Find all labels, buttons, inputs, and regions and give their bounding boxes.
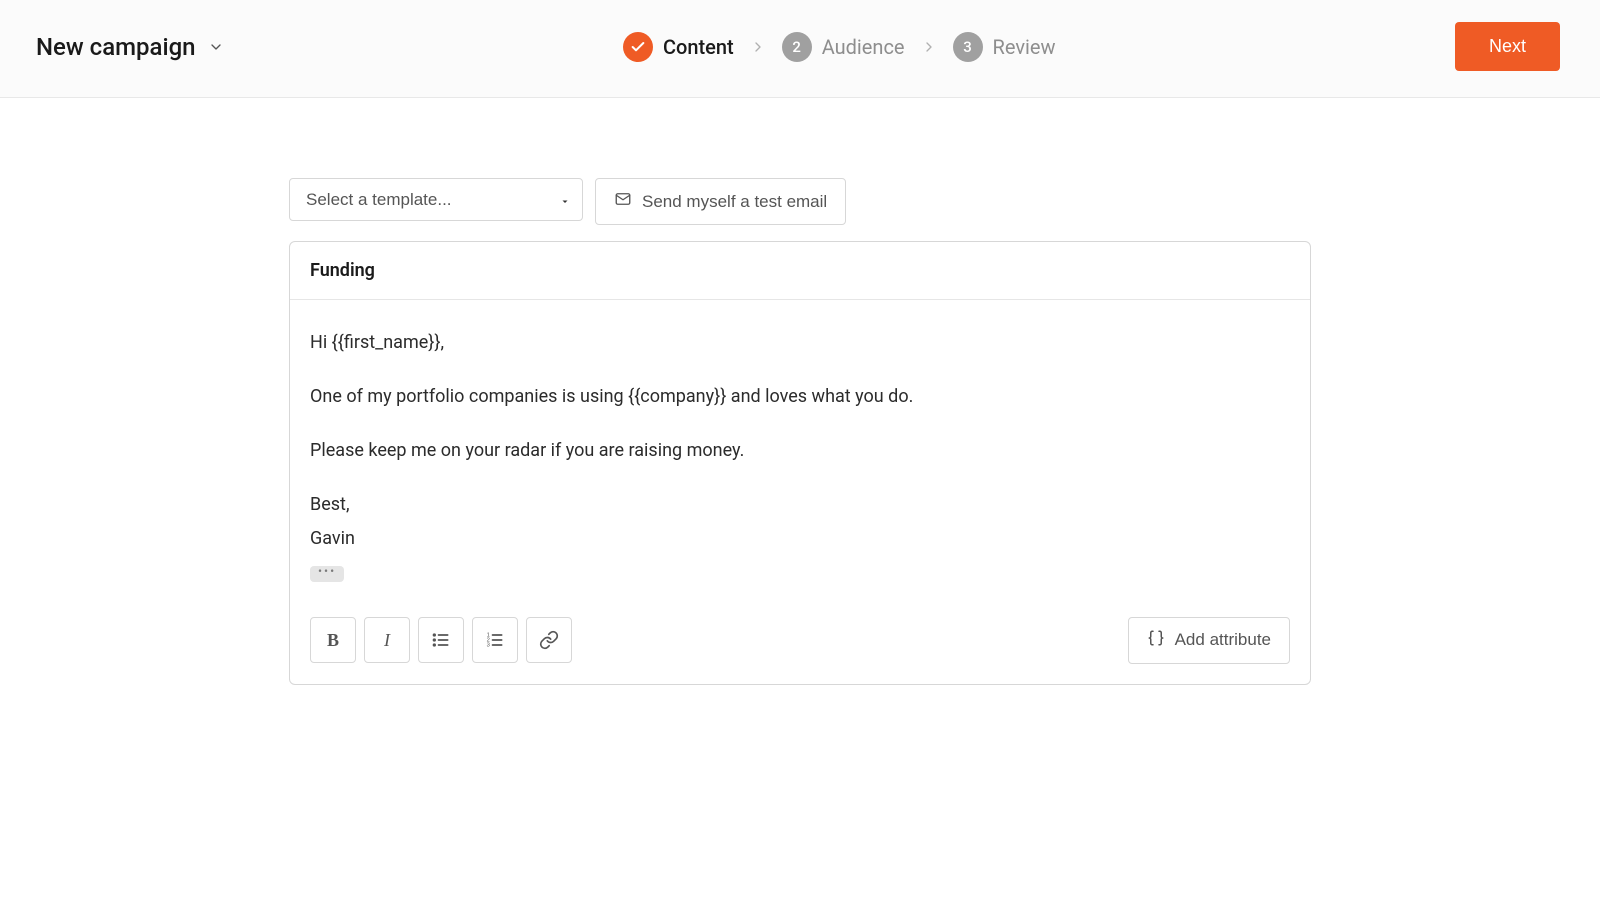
next-button[interactable]: Next <box>1455 22 1560 71</box>
header-title-wrap[interactable]: New campaign <box>36 33 224 61</box>
italic-button[interactable]: I <box>364 617 410 663</box>
step-label: Content <box>663 35 734 59</box>
check-icon <box>623 32 653 62</box>
braces-icon <box>1147 629 1165 652</box>
template-select-wrap: Select a template... <box>289 178 583 225</box>
template-select[interactable]: Select a template... <box>289 178 583 221</box>
main-content: Select a template... Send myself a test … <box>289 98 1311 725</box>
step-label: Audience <box>822 35 905 59</box>
link-button[interactable] <box>526 617 572 663</box>
body-greeting: Hi {{first_name}}, <box>310 330 1290 356</box>
page-title: New campaign <box>36 33 196 61</box>
body-line: One of my portfolio companies is using {… <box>310 384 1290 410</box>
step-label: Review <box>993 35 1056 59</box>
add-attribute-button[interactable]: Add attribute <box>1128 617 1290 664</box>
send-test-email-button[interactable]: Send myself a test email <box>595 178 846 225</box>
bold-button[interactable]: B <box>310 617 356 663</box>
body-editor[interactable]: Hi {{first_name}}, One of my portfolio c… <box>290 300 1310 603</box>
svg-text:3: 3 <box>487 643 490 649</box>
mail-icon <box>614 190 632 213</box>
editor-toolbar: B I 123 Add attribute <box>290 603 1310 684</box>
add-attribute-label: Add attribute <box>1175 630 1271 650</box>
step-content[interactable]: Content <box>623 32 734 62</box>
numbered-list-button[interactable]: 123 <box>472 617 518 663</box>
send-test-email-label: Send myself a test email <box>642 192 827 212</box>
chevron-down-icon <box>208 39 224 55</box>
step-review[interactable]: 3 Review <box>953 32 1056 62</box>
editor-card: Funding Hi {{first_name}}, One of my por… <box>289 241 1311 685</box>
chevron-right-icon <box>750 39 766 55</box>
header-bar: New campaign Content 2 Audience 3 Review… <box>0 0 1600 98</box>
chevron-right-icon <box>921 39 937 55</box>
signature-toggle[interactable]: ••• <box>310 566 344 582</box>
body-signoff: Best, <box>310 492 1290 518</box>
stepper: Content 2 Audience 3 Review <box>623 32 1056 62</box>
bullet-list-button[interactable] <box>418 617 464 663</box>
body-signature-name: Gavin <box>310 526 1290 552</box>
step-audience[interactable]: 2 Audience <box>782 32 905 62</box>
subject-input[interactable]: Funding <box>290 242 1310 300</box>
step-number: 2 <box>782 32 812 62</box>
body-line: Please keep me on your radar if you are … <box>310 438 1290 464</box>
actions-row: Select a template... Send myself a test … <box>289 178 1311 225</box>
format-buttons: B I 123 <box>310 617 572 663</box>
step-number: 3 <box>953 32 983 62</box>
